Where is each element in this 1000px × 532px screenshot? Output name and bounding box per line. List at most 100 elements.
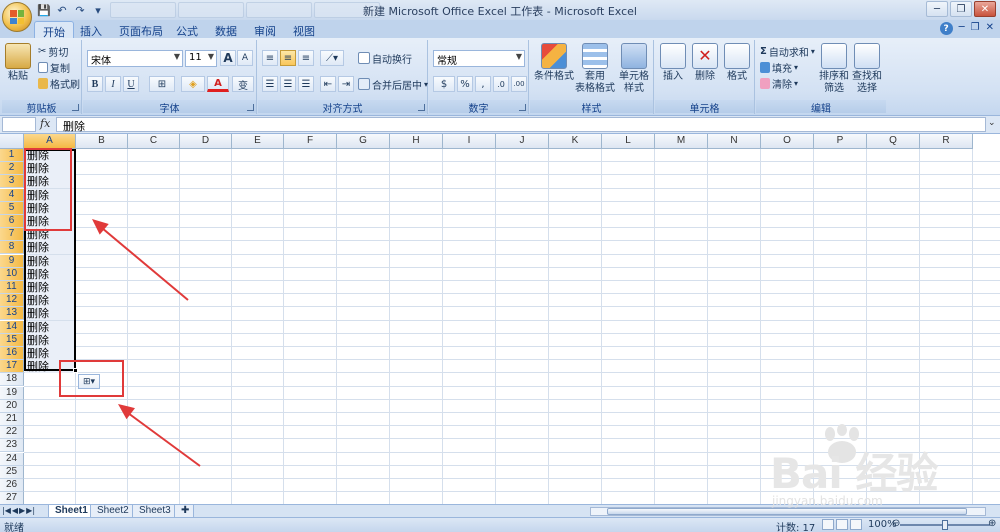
sort-filter-button[interactable]: 排序和 筛选 <box>818 43 850 95</box>
column-header-B[interactable]: B <box>76 134 128 149</box>
align-bottom-icon[interactable]: ≡ <box>298 50 314 66</box>
row-header-5[interactable]: 5 <box>0 201 24 215</box>
clipboard-dialog-launcher[interactable] <box>72 104 79 111</box>
format-as-table-button[interactable]: 套用 表格格式 <box>574 43 616 95</box>
orientation-icon[interactable]: ⟋▾ <box>320 50 344 66</box>
shrink-font-button[interactable]: A <box>237 50 253 66</box>
align-top-icon[interactable]: ≡ <box>262 50 278 66</box>
column-header-A[interactable]: A <box>24 134 76 149</box>
column-header-I[interactable]: I <box>443 134 496 149</box>
close-button[interactable]: ✕ <box>974 1 996 17</box>
column-header-N[interactable]: N <box>708 134 761 149</box>
row-header-21[interactable]: 21 <box>0 413 24 426</box>
formula-input[interactable]: 删除 <box>56 117 986 133</box>
merge-center-button[interactable]: 合并后居中 ▾ <box>358 76 428 92</box>
row-header-22[interactable]: 22 <box>0 426 24 440</box>
column-header-O[interactable]: O <box>761 134 814 149</box>
insert-cells-button[interactable]: 插入 <box>658 43 688 83</box>
decrease-decimal-button[interactable]: .00 <box>511 76 527 92</box>
alignment-dialog-launcher[interactable] <box>418 104 425 111</box>
delete-cells-button[interactable]: ✕ 删除 <box>690 43 720 83</box>
phonetic-button[interactable]: 变 <box>232 76 254 92</box>
restore-button[interactable]: ❐ <box>950 1 972 17</box>
row-header-23[interactable]: 23 <box>0 439 24 453</box>
row-header-7[interactable]: 7 <box>0 228 24 242</box>
number-format-combo[interactable]: 常规 ▼ <box>433 50 525 67</box>
row-header-19[interactable]: 19 <box>0 386 24 400</box>
align-left-icon[interactable]: ☰ <box>262 76 278 92</box>
align-center-icon[interactable]: ☰ <box>280 76 296 92</box>
row-header-20[interactable]: 20 <box>0 399 24 413</box>
cell-styles-button[interactable]: 单元格 样式 <box>616 43 652 95</box>
minimize-button[interactable]: ─ <box>926 1 948 17</box>
wrap-text-button[interactable]: 自动换行 <box>358 50 412 66</box>
column-header-J[interactable]: J <box>496 134 549 149</box>
underline-button[interactable]: U <box>123 76 139 92</box>
normal-view-icon[interactable] <box>822 519 834 530</box>
bold-button[interactable]: B <box>87 76 103 92</box>
office-button[interactable] <box>2 2 32 32</box>
column-header-H[interactable]: H <box>390 134 443 149</box>
workbook-close-button[interactable]: ✕ <box>986 22 994 35</box>
clear-button[interactable]: 清除 ▾ <box>760 75 798 91</box>
format-cells-button[interactable]: 格式 <box>722 43 752 83</box>
font-color-button[interactable]: A <box>207 76 229 92</box>
tab-home[interactable]: 开始 <box>34 21 74 39</box>
format-painter-button[interactable]: 格式刷 <box>38 75 80 91</box>
column-header-D[interactable]: D <box>180 134 232 149</box>
expand-formula-icon[interactable]: ⌄ <box>988 118 998 131</box>
insert-function-button[interactable]: fx <box>40 117 50 130</box>
tab-data[interactable]: 数据 <box>207 21 245 38</box>
row-header-14[interactable]: 14 <box>0 320 24 334</box>
row-header-13[interactable]: 13 <box>0 307 24 321</box>
row-header-15[interactable]: 15 <box>0 333 24 347</box>
border-button[interactable]: ⊞ <box>149 76 175 92</box>
row-header-4[interactable]: 4 <box>0 188 24 202</box>
page-layout-view-icon[interactable] <box>836 519 848 530</box>
row-header-11[interactable]: 11 <box>0 281 24 294</box>
row-header-1[interactable]: 1 <box>0 149 24 162</box>
fill-color-button[interactable]: ◈ <box>181 76 205 92</box>
column-header-R[interactable]: R <box>920 134 973 149</box>
next-sheet-icon[interactable]: ▶ <box>19 506 25 515</box>
prev-sheet-icon[interactable]: ◀ <box>12 506 18 515</box>
last-sheet-icon[interactable]: ▶| <box>26 506 35 515</box>
row-header-25[interactable]: 25 <box>0 465 24 479</box>
row-header-3[interactable]: 3 <box>0 175 24 189</box>
tab-page-layout[interactable]: 页面布局 <box>111 21 171 38</box>
column-header-E[interactable]: E <box>232 134 284 149</box>
row-header-12[interactable]: 12 <box>0 294 24 308</box>
column-header-K[interactable]: K <box>549 134 602 149</box>
cut-button[interactable]: ✂ 剪切 <box>38 43 68 59</box>
row-header-2[interactable]: 2 <box>0 162 24 176</box>
column-header-F[interactable]: F <box>284 134 337 149</box>
row-header-9[interactable]: 9 <box>0 254 24 268</box>
autofill-options-button[interactable]: ⊞▾ <box>78 374 100 389</box>
column-header-M[interactable]: M <box>655 134 708 149</box>
font-name-combo[interactable]: 宋体 ▼ <box>87 50 183 67</box>
align-middle-icon[interactable]: ≡ <box>280 50 296 66</box>
row-header-10[interactable]: 10 <box>0 267 24 281</box>
row-header-18[interactable]: 18 <box>0 373 24 387</box>
italic-button[interactable]: I <box>105 76 121 92</box>
tab-view[interactable]: 视图 <box>285 21 323 38</box>
font-dialog-launcher[interactable] <box>247 104 254 111</box>
tab-insert[interactable]: 插入 <box>72 21 110 38</box>
font-size-combo[interactable]: 11 ▼ <box>185 50 217 67</box>
column-header-C[interactable]: C <box>128 134 180 149</box>
column-header-Q[interactable]: Q <box>867 134 920 149</box>
copy-button[interactable]: 复制 <box>38 59 70 75</box>
page-break-view-icon[interactable] <box>850 519 862 530</box>
workbook-restore-button[interactable]: ❐ <box>971 22 980 35</box>
row-header-17[interactable]: 17 <box>0 360 24 374</box>
tab-formulas[interactable]: 公式 <box>168 21 206 38</box>
paste-button[interactable]: 粘贴 <box>5 43 31 83</box>
find-select-button[interactable]: 查找和 选择 <box>850 43 884 95</box>
name-box[interactable] <box>2 117 36 132</box>
autosum-button[interactable]: Σ 自动求和 ▾ <box>760 43 815 59</box>
help-icon[interactable]: ? <box>939 22 953 35</box>
row-header-16[interactable]: 16 <box>0 347 24 360</box>
row-header-26[interactable]: 26 <box>0 479 24 492</box>
currency-button[interactable]: $ <box>433 76 455 92</box>
decrease-indent-icon[interactable]: ⇤ <box>320 76 336 92</box>
